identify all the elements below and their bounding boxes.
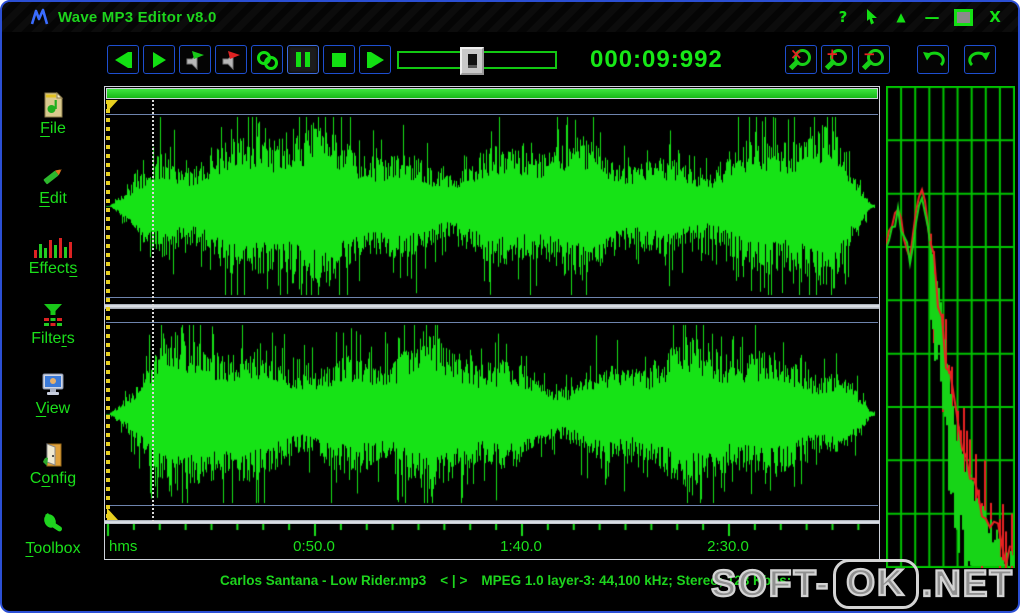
seek-slider[interactable] xyxy=(397,47,557,75)
skip-to-end-button[interactable] xyxy=(359,45,391,74)
sidebar-item-label: Effects xyxy=(28,260,78,277)
playhead-line[interactable] xyxy=(152,100,154,522)
zoom-out-button[interactable]: − xyxy=(858,45,890,74)
speaker-red-icon xyxy=(222,50,240,70)
channel-divider xyxy=(106,505,878,506)
sidebar-item-label: Edit xyxy=(39,190,67,207)
play-device-button[interactable] xyxy=(179,45,211,74)
timeline-tick-label: 1:40.0 xyxy=(500,538,542,555)
watermark-text: SOFT- xyxy=(710,562,831,605)
sidebar-item-label: View xyxy=(35,400,71,417)
sidebar-item-filters[interactable]: Filters xyxy=(8,294,98,364)
play-icon xyxy=(152,51,166,68)
spectrum-analyzer-panel xyxy=(886,86,1015,568)
sidebar-item-effects[interactable]: Effects xyxy=(8,224,98,294)
loop-button[interactable] xyxy=(251,45,283,74)
roll-up-button[interactable]: ▲ xyxy=(892,2,910,32)
toolbar: 000:09:992 × + − xyxy=(104,45,1014,79)
door-icon xyxy=(41,438,65,468)
skip-end-icon xyxy=(370,51,384,68)
minimize-button[interactable]: — xyxy=(923,2,941,32)
titlebar: Wave MP3 Editor v8.0 ? ▲ — X xyxy=(2,2,1018,32)
pencil-icon xyxy=(39,158,67,188)
waveform-right-channel[interactable] xyxy=(106,323,878,505)
fade-marker-bottom[interactable] xyxy=(107,508,118,520)
sidebar-item-file[interactable]: File xyxy=(8,84,98,154)
skip-start-icon xyxy=(114,51,128,68)
waveform-panel: hms 0:50.0 1:40.0 2:30.0 xyxy=(104,86,880,560)
zoom-selection-icon: × xyxy=(788,45,812,71)
timeline-ticks xyxy=(106,524,878,538)
app-logo-icon xyxy=(30,8,49,25)
sidebar-item-label: Toolbox xyxy=(25,540,81,557)
watermark-text: .NET xyxy=(921,562,1014,605)
undo-icon xyxy=(923,51,945,66)
zoom-out-icon: − xyxy=(861,45,885,71)
sidebar-item-label: Config xyxy=(29,470,77,487)
timeline-unit-label: hms xyxy=(109,538,138,555)
watermark: SOFT- OK .NET xyxy=(710,559,1014,609)
track-title: Carlos Santana - Low Rider.mp3 xyxy=(220,572,427,588)
waveform-left-channel[interactable] xyxy=(106,115,878,297)
brush-icon xyxy=(40,508,66,538)
close-button[interactable]: X xyxy=(986,2,1004,32)
zoom-in-button[interactable]: + xyxy=(821,45,853,74)
channel-separator xyxy=(105,304,879,309)
help-button[interactable]: ? xyxy=(834,2,852,32)
fade-marker-top[interactable] xyxy=(107,100,118,112)
sidebar-item-config[interactable]: Config xyxy=(8,434,98,504)
equalizer-icon xyxy=(34,228,72,258)
skip-to-start-button[interactable] xyxy=(107,45,139,74)
maximize-button[interactable] xyxy=(954,8,973,26)
sidebar-item-label: File xyxy=(40,120,66,137)
pause-button[interactable] xyxy=(287,45,319,74)
record-button[interactable] xyxy=(215,45,247,74)
app-window: Wave MP3 Editor v8.0 ? ▲ — X 000:09:992 … xyxy=(0,0,1020,613)
selection-edge-marker xyxy=(106,100,110,520)
sidebar-item-label: Filters xyxy=(31,330,75,347)
track-nav-arrows[interactable]: < | > xyxy=(440,573,467,588)
redo-button[interactable] xyxy=(964,45,996,74)
redo-icon xyxy=(968,51,990,66)
monitor-icon xyxy=(40,368,66,398)
window-title: Wave MP3 Editor v8.0 xyxy=(58,8,217,26)
sidebar: File Edit Effects Filters View Config To… xyxy=(2,84,104,611)
channel-divider xyxy=(106,297,878,298)
pointer-icon[interactable] xyxy=(865,9,879,25)
overview-position-bar[interactable] xyxy=(106,88,878,99)
speaker-green-icon xyxy=(186,50,204,70)
sidebar-item-edit[interactable]: Edit xyxy=(8,154,98,224)
timeline-ruler[interactable]: hms 0:50.0 1:40.0 2:30.0 xyxy=(105,524,879,559)
file-icon xyxy=(41,88,65,118)
pause-icon xyxy=(296,52,310,67)
watermark-ok-box: OK xyxy=(833,559,919,609)
sidebar-item-view[interactable]: View xyxy=(8,364,98,434)
sidebar-item-toolbox[interactable]: Toolbox xyxy=(8,504,98,574)
time-display: 000:09:992 xyxy=(590,46,723,73)
spectrum-display xyxy=(886,86,1015,568)
stop-button[interactable] xyxy=(323,45,355,74)
zoom-in-icon: + xyxy=(824,45,848,71)
stop-icon xyxy=(332,52,346,67)
seek-slider-thumb[interactable] xyxy=(460,47,484,75)
undo-button[interactable] xyxy=(917,45,949,74)
skip-start-bar-icon xyxy=(127,51,132,68)
funnel-icon xyxy=(40,298,66,328)
timeline-tick-label: 2:30.0 xyxy=(707,538,749,555)
zoom-selection-button[interactable]: × xyxy=(785,45,817,74)
play-button[interactable] xyxy=(143,45,175,74)
loop-icon xyxy=(257,50,278,70)
timeline-tick-label: 0:50.0 xyxy=(293,538,335,555)
